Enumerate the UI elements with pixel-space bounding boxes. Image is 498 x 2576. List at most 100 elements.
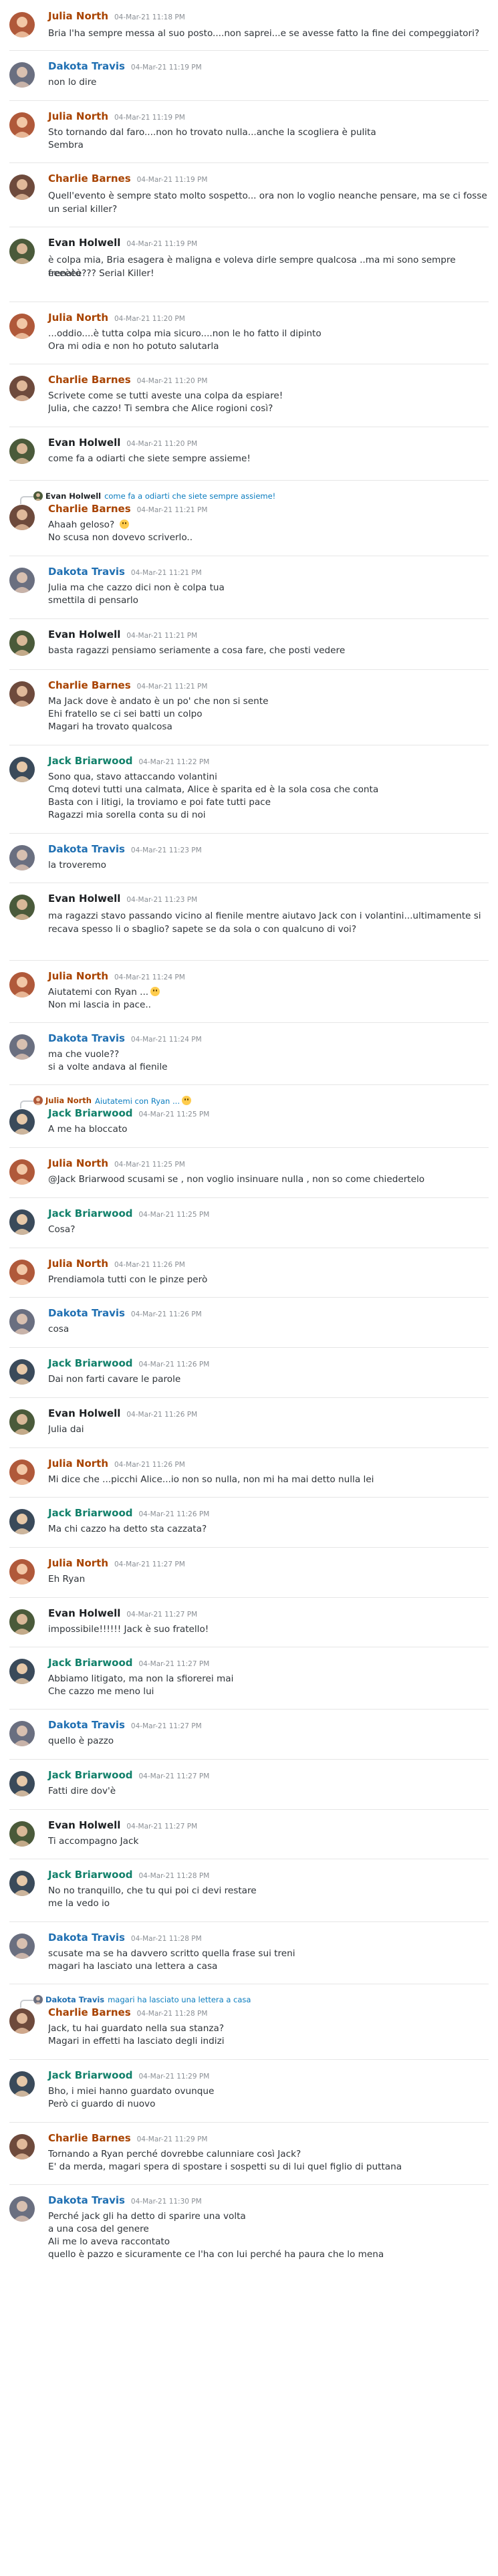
avatar[interactable] <box>9 681 35 707</box>
author-name[interactable]: Evan Holwell <box>48 628 120 640</box>
avatar[interactable] <box>9 2071 35 2097</box>
avatar[interactable] <box>9 1821 35 1847</box>
reply-text[interactable]: magari ha lasciato una lettera a casa <box>108 1995 251 2004</box>
author-name[interactable]: Evan Holwell <box>48 237 120 249</box>
author-name[interactable]: Jack Briarwood <box>48 1507 133 1519</box>
avatar[interactable] <box>9 239 35 264</box>
avatar[interactable] <box>9 1309 35 1334</box>
avatar[interactable] <box>9 112 35 138</box>
reply-author[interactable]: Dakota Travis <box>45 1995 104 2004</box>
reply-preview[interactable]: Dakota Travis magari ha lasciato una lett… <box>33 1994 251 2005</box>
author-name[interactable]: Dakota Travis <box>48 2194 125 2206</box>
message-header: Charlie Barnes 04-Mar-21 11:20 PM <box>48 374 207 387</box>
author-name[interactable]: Julia North <box>48 1457 108 1470</box>
avatar[interactable] <box>9 568 35 593</box>
author-name[interactable]: Charlie Barnes <box>48 503 131 515</box>
avatar[interactable] <box>9 1034 35 1060</box>
author-name[interactable]: Jack Briarwood <box>48 1657 133 1669</box>
avatar[interactable] <box>9 2008 35 2034</box>
message-header: Evan Holwell 04-Mar-21 11:20 PM <box>48 437 197 450</box>
avatar[interactable] <box>9 630 35 656</box>
avatar[interactable] <box>9 2196 35 2222</box>
message-divider <box>9 2122 489 2123</box>
author-name[interactable]: Evan Holwell <box>48 1407 120 1419</box>
author-name[interactable]: Jack Briarwood <box>48 1769 133 1781</box>
author-name[interactable]: Charlie Barnes <box>48 374 131 386</box>
author-name[interactable]: Jack Briarwood <box>48 1107 133 1119</box>
avatar[interactable] <box>9 1771 35 1796</box>
author-name[interactable]: Dakota Travis <box>48 1719 125 1731</box>
author-name[interactable]: Julia North <box>48 312 108 324</box>
chat-message: Julia North 04-Mar-21 11:20 PM ...oddio...… <box>0 302 498 364</box>
author-name[interactable]: Evan Holwell <box>48 1819 120 1831</box>
avatar[interactable] <box>9 1409 35 1435</box>
avatar[interactable] <box>9 1609 35 1635</box>
author-name[interactable]: Jack Briarwood <box>48 1357 133 1369</box>
avatar[interactable] <box>9 1459 35 1485</box>
author-name[interactable]: Evan Holwell <box>48 1607 120 1619</box>
reply-text[interactable]: Aiutatemi con Ryan ... <box>95 1095 191 1106</box>
avatar[interactable] <box>9 1109 35 1135</box>
avatar[interactable] <box>9 439 35 464</box>
author-name[interactable]: Julia North <box>48 1258 108 1270</box>
author-name[interactable]: Dakota Travis <box>48 843 125 855</box>
chat-message: Dakota Travis 04-Mar-21 11:24 PM ma che vu… <box>0 1022 498 1084</box>
avatar[interactable] <box>9 1260 35 1285</box>
author-name[interactable]: Dakota Travis <box>48 1032 125 1044</box>
avatar[interactable] <box>9 12 35 37</box>
avatar[interactable] <box>9 376 35 401</box>
author-name[interactable]: Julia North <box>48 1557 108 1569</box>
message-text: smettila di pensarlo <box>48 595 138 606</box>
timestamp: 04-Mar-21 11:25 PM <box>138 1110 210 1119</box>
author-name[interactable]: Julia North <box>48 110 108 122</box>
avatar[interactable] <box>9 1934 35 1959</box>
reply-preview[interactable]: Julia North Aiutatemi con Ryan ... <box>33 1095 191 1106</box>
message-header: Jack Briarwood 04-Mar-21 11:27 PM <box>48 1769 209 1782</box>
author-name[interactable]: Charlie Barnes <box>48 679 131 691</box>
author-name[interactable]: Jack Briarwood <box>48 1207 133 1219</box>
avatar[interactable] <box>9 1359 35 1385</box>
author-name[interactable]: Dakota Travis <box>48 1307 125 1319</box>
author-name[interactable]: Julia North <box>48 10 108 22</box>
avatar[interactable] <box>9 757 35 782</box>
avatar[interactable] <box>9 845 35 870</box>
reply-avatar <box>33 1995 43 2004</box>
timestamp: 04-Mar-21 11:22 PM <box>138 758 210 766</box>
avatar[interactable] <box>9 174 35 200</box>
author-name[interactable]: Julia North <box>48 1157 108 1169</box>
author-name[interactable]: Evan Holwell <box>48 437 120 449</box>
reply-preview[interactable]: Evan Holwell come fa a odiarti che siete … <box>33 491 275 501</box>
timestamp: 04-Mar-21 11:20 PM <box>136 377 208 385</box>
avatar[interactable] <box>9 505 35 530</box>
author-name[interactable]: Evan Holwell <box>48 893 120 905</box>
avatar[interactable] <box>9 1659 35 1684</box>
reply-author[interactable]: Julia North <box>45 1096 92 1105</box>
avatar[interactable] <box>9 895 35 920</box>
author-name[interactable]: Charlie Barnes <box>48 2006 131 2018</box>
avatar[interactable] <box>9 1559 35 1585</box>
author-name[interactable]: Charlie Barnes <box>48 172 131 185</box>
avatar[interactable] <box>9 972 35 998</box>
avatar[interactable] <box>9 314 35 339</box>
author-name[interactable]: Dakota Travis <box>48 60 125 72</box>
timestamp: 04-Mar-21 11:19 PM <box>130 64 202 72</box>
avatar[interactable] <box>9 1871 35 1896</box>
reply-author[interactable]: Evan Holwell <box>45 491 101 501</box>
avatar[interactable] <box>9 1721 35 1746</box>
message-text: Julia dai <box>48 1424 84 1435</box>
reply-text[interactable]: come fa a odiarti che siete sempre assie… <box>104 491 275 501</box>
author-name[interactable]: Jack Briarwood <box>48 2069 133 2081</box>
author-name[interactable]: Jack Briarwood <box>48 1869 133 1881</box>
author-name[interactable]: Dakota Travis <box>48 1931 125 1944</box>
avatar[interactable] <box>9 2134 35 2159</box>
author-name[interactable]: Charlie Barnes <box>48 2132 131 2144</box>
message-divider <box>9 480 489 481</box>
avatar[interactable] <box>9 1209 35 1235</box>
avatar[interactable] <box>9 1159 35 1185</box>
author-name[interactable]: Julia North <box>48 970 108 982</box>
author-name[interactable]: Jack Briarwood <box>48 755 133 767</box>
message-header: Julia North 04-Mar-21 11:18 PM <box>48 10 185 23</box>
avatar[interactable] <box>9 1509 35 1534</box>
avatar[interactable] <box>9 62 35 88</box>
author-name[interactable]: Dakota Travis <box>48 566 125 578</box>
